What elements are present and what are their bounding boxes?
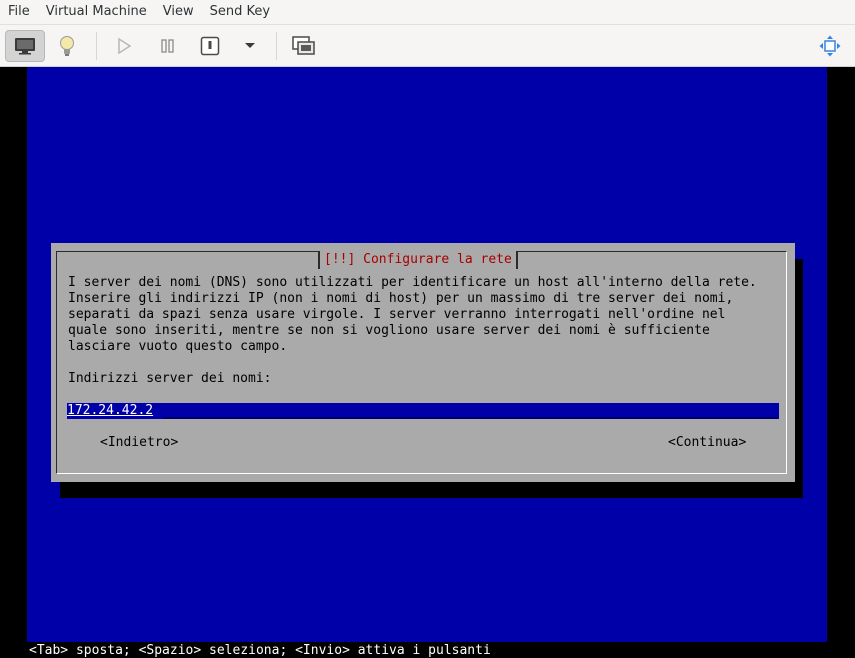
toolbar-separator [276,32,277,60]
vm-console[interactable]: [!!] Configurare la rete I server dei no… [0,67,855,658]
show-console-button[interactable] [5,30,45,62]
menu-virtual-machine[interactable]: Virtual Machine [38,0,155,24]
menu-file[interactable]: File [0,0,38,24]
network-config-dialog: [!!] Configurare la rete I server dei no… [51,243,795,482]
fullscreen-icon [819,35,841,57]
description-line: I server dei nomi (DNS) sono utilizzati … [68,275,757,290]
pause-button[interactable] [148,30,188,62]
menu-send-key[interactable]: Send Key [202,0,278,24]
toolbar [0,24,855,67]
show-details-button[interactable] [47,30,87,62]
input-underline [163,403,777,419]
description-line: Inserire gli indirizzi IP (non i nomi di… [68,291,734,306]
power-icon [200,36,220,56]
back-button[interactable]: <Indietro> [100,435,178,451]
power-button[interactable] [190,30,230,62]
lightbulb-icon [60,36,74,56]
snapshots-button[interactable] [284,30,324,62]
key-help-status-line: <Tab> sposta; <Spazio> seleziona; <Invio… [29,643,491,658]
continue-button[interactable]: <Continua> [668,435,746,451]
menu-view[interactable]: View [155,0,202,24]
console-edge [818,642,855,658]
monitor-icon [15,38,35,55]
menubar: File Virtual Machine View Send Key [0,0,855,24]
description-line: lasciare vuoto questo campo. [68,339,288,354]
dns-servers-value: 172.24.42.2 [67,403,156,419]
play-icon [118,38,131,54]
chevron-down-icon [245,43,255,48]
dns-field-label: Indirizzi server dei nomi: [68,371,272,386]
description-line: separati da spazi senza usare virgole. I… [68,307,726,322]
dialog-title: [!!] Configurare la rete [318,251,518,269]
fullscreen-button[interactable] [810,30,850,62]
power-menu-button[interactable] [230,30,270,62]
snapshot-icon [292,36,315,55]
toolbar-separator [96,32,97,60]
description-line: quale sono inseriti, mentre se non si vo… [68,323,710,338]
dns-servers-input[interactable]: 172.24.42.2 [67,403,779,419]
pause-icon [161,39,174,53]
run-button[interactable] [104,30,144,62]
